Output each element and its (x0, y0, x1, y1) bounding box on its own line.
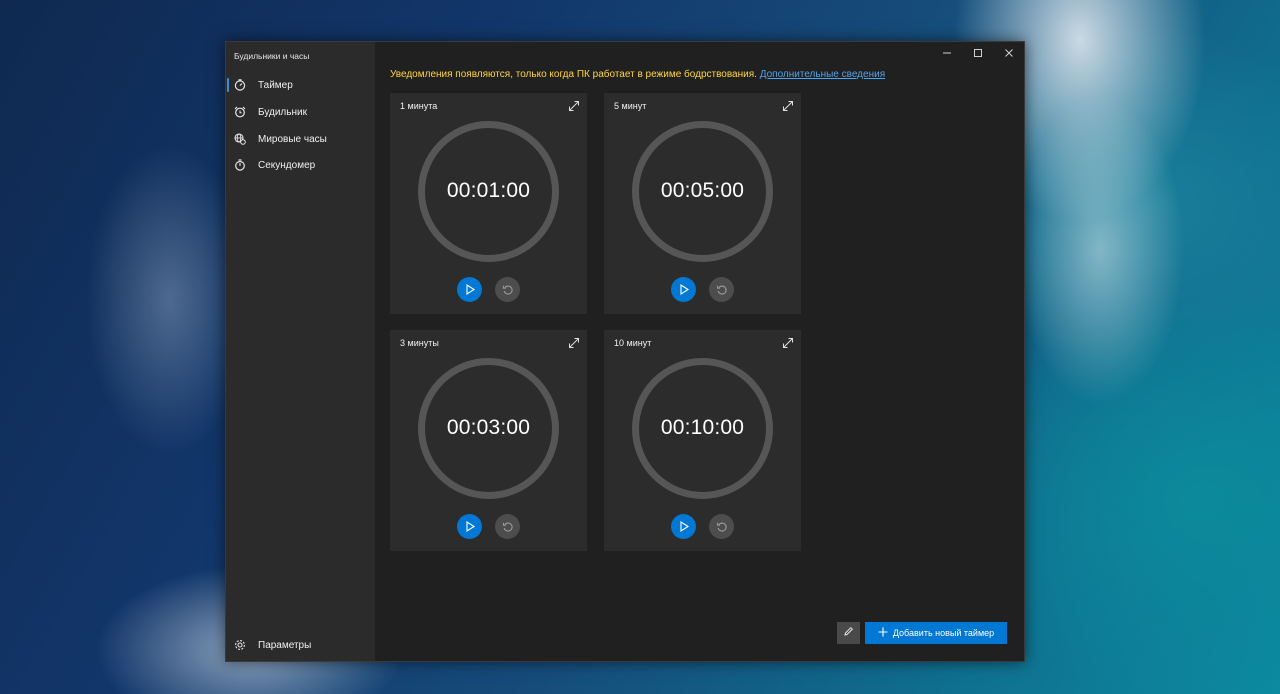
sidebar-item-stopwatch[interactable]: Секундомер (226, 153, 375, 177)
timer-time: 00:01:00 (446, 179, 531, 202)
plus-icon (878, 627, 888, 639)
gear-icon (233, 638, 247, 652)
add-timer-label: Добавить новый таймер (892, 628, 995, 638)
expand-icon[interactable] (568, 336, 580, 348)
timer-icon (233, 78, 247, 92)
reset-button[interactable] (709, 277, 734, 302)
expand-icon[interactable] (568, 99, 580, 111)
timer-time: 00:05:00 (660, 179, 745, 202)
reset-button[interactable] (495, 277, 520, 302)
close-button[interactable] (993, 42, 1024, 64)
play-button[interactable] (457, 514, 482, 539)
add-timer-button[interactable]: Добавить новый таймер (865, 622, 1007, 644)
notification-notice: Уведомления появляются, только когда ПК … (390, 69, 885, 80)
main-content: Уведомления появляются, только когда ПК … (375, 42, 1024, 661)
pencil-icon (843, 624, 854, 642)
play-button[interactable] (457, 277, 482, 302)
sidebar-item-label: Параметры (258, 639, 312, 651)
sidebar-item-label: Мировые часы (258, 133, 327, 145)
sidebar: Будильники и часы Таймер Будильник Миров… (226, 42, 375, 661)
sidebar-item-label: Будильник (258, 106, 307, 118)
reset-button[interactable] (709, 514, 734, 539)
timer-card[interactable]: 10 минут 00:10:00 (604, 330, 801, 551)
expand-icon[interactable] (782, 336, 794, 348)
reset-button[interactable] (495, 514, 520, 539)
edit-timers-button[interactable] (837, 622, 860, 644)
app-title: Будильники и часы (234, 51, 310, 61)
timer-card[interactable]: 5 минут 00:05:00 (604, 93, 801, 314)
timer-name: 10 минут (614, 338, 652, 348)
play-button[interactable] (671, 277, 696, 302)
alarm-clock-icon (233, 105, 247, 119)
sidebar-item-label: Таймер (258, 79, 293, 91)
sidebar-item-label: Секундомер (258, 159, 316, 171)
sidebar-item-settings[interactable]: Параметры (226, 633, 375, 657)
timer-name: 5 минут (614, 101, 647, 111)
notice-text: Уведомления появляются, только когда ПК … (390, 69, 757, 80)
sidebar-item-alarm[interactable]: Будильник (226, 100, 375, 124)
more-info-link[interactable]: Дополнительные сведения (760, 69, 885, 80)
timer-time: 00:10:00 (660, 416, 745, 439)
minimize-button[interactable] (931, 42, 962, 64)
globe-icon (233, 132, 247, 146)
sidebar-item-timer[interactable]: Таймер (226, 73, 375, 97)
timer-name: 1 минута (400, 101, 438, 111)
alarms-clock-window: Будильники и часы Таймер Будильник Миров… (225, 41, 1025, 662)
maximize-button[interactable] (962, 42, 993, 64)
timer-card[interactable]: 3 минуты 00:03:00 (390, 330, 587, 551)
play-button[interactable] (671, 514, 696, 539)
timer-time: 00:03:00 (446, 416, 531, 439)
sidebar-item-world-clock[interactable]: Мировые часы (226, 127, 375, 151)
timer-card[interactable]: 1 минута 00:01:00 (390, 93, 587, 314)
stopwatch-icon (233, 158, 247, 172)
timer-name: 3 минуты (400, 338, 439, 348)
window-controls (931, 42, 1024, 64)
expand-icon[interactable] (782, 99, 794, 111)
